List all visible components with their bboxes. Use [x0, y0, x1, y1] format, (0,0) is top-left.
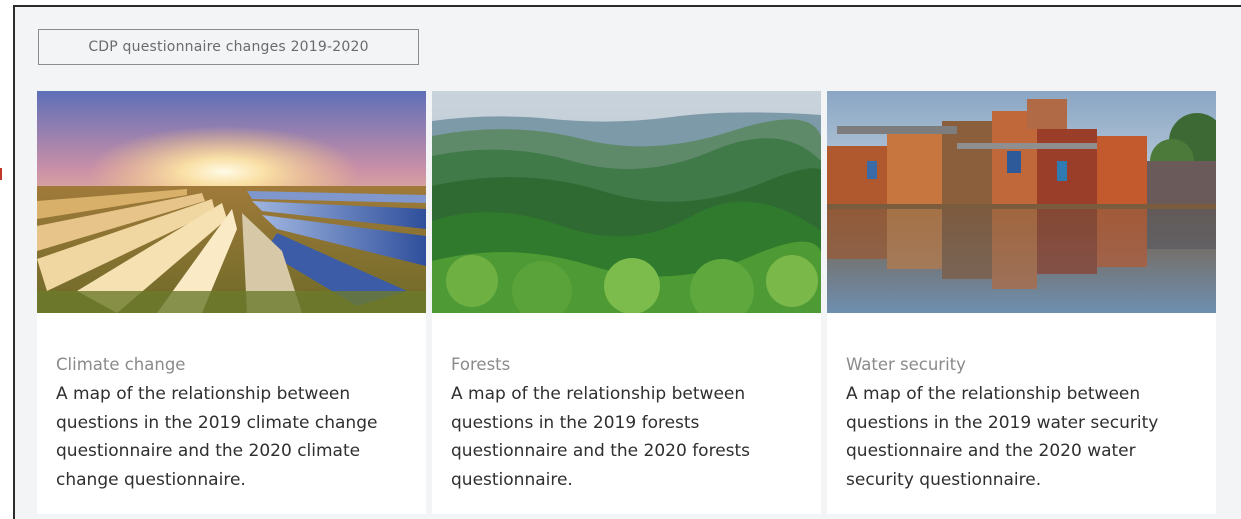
- card-description: A map of the relationship between questi…: [451, 384, 751, 490]
- card-description: A map of the relationship between questi…: [846, 384, 1159, 490]
- questionnaire-changes-tab[interactable]: CDP questionnaire changes 2019-2020: [38, 29, 419, 65]
- flooded-houses-image: [827, 91, 1216, 313]
- card-forests[interactable]: Forests A map of the relationship betwee…: [432, 91, 821, 514]
- card-title: Water security: [846, 355, 966, 374]
- card-climate-change[interactable]: Climate change A map of the relationship…: [37, 91, 426, 514]
- card-description: A map of the relationship between questi…: [56, 384, 378, 490]
- edge-accent-mark: [0, 168, 2, 180]
- content-panel: CDP questionnaire changes 2019-2020 Clim…: [13, 5, 1241, 519]
- card-water-security[interactable]: Water security A map of the relationship…: [827, 91, 1216, 514]
- card-title: Climate change: [56, 355, 186, 374]
- solar-panels-image: [37, 91, 426, 313]
- forest-image: [432, 91, 821, 313]
- card-title: Forests: [451, 355, 511, 374]
- tab-label: CDP questionnaire changes 2019-2020: [88, 39, 369, 55]
